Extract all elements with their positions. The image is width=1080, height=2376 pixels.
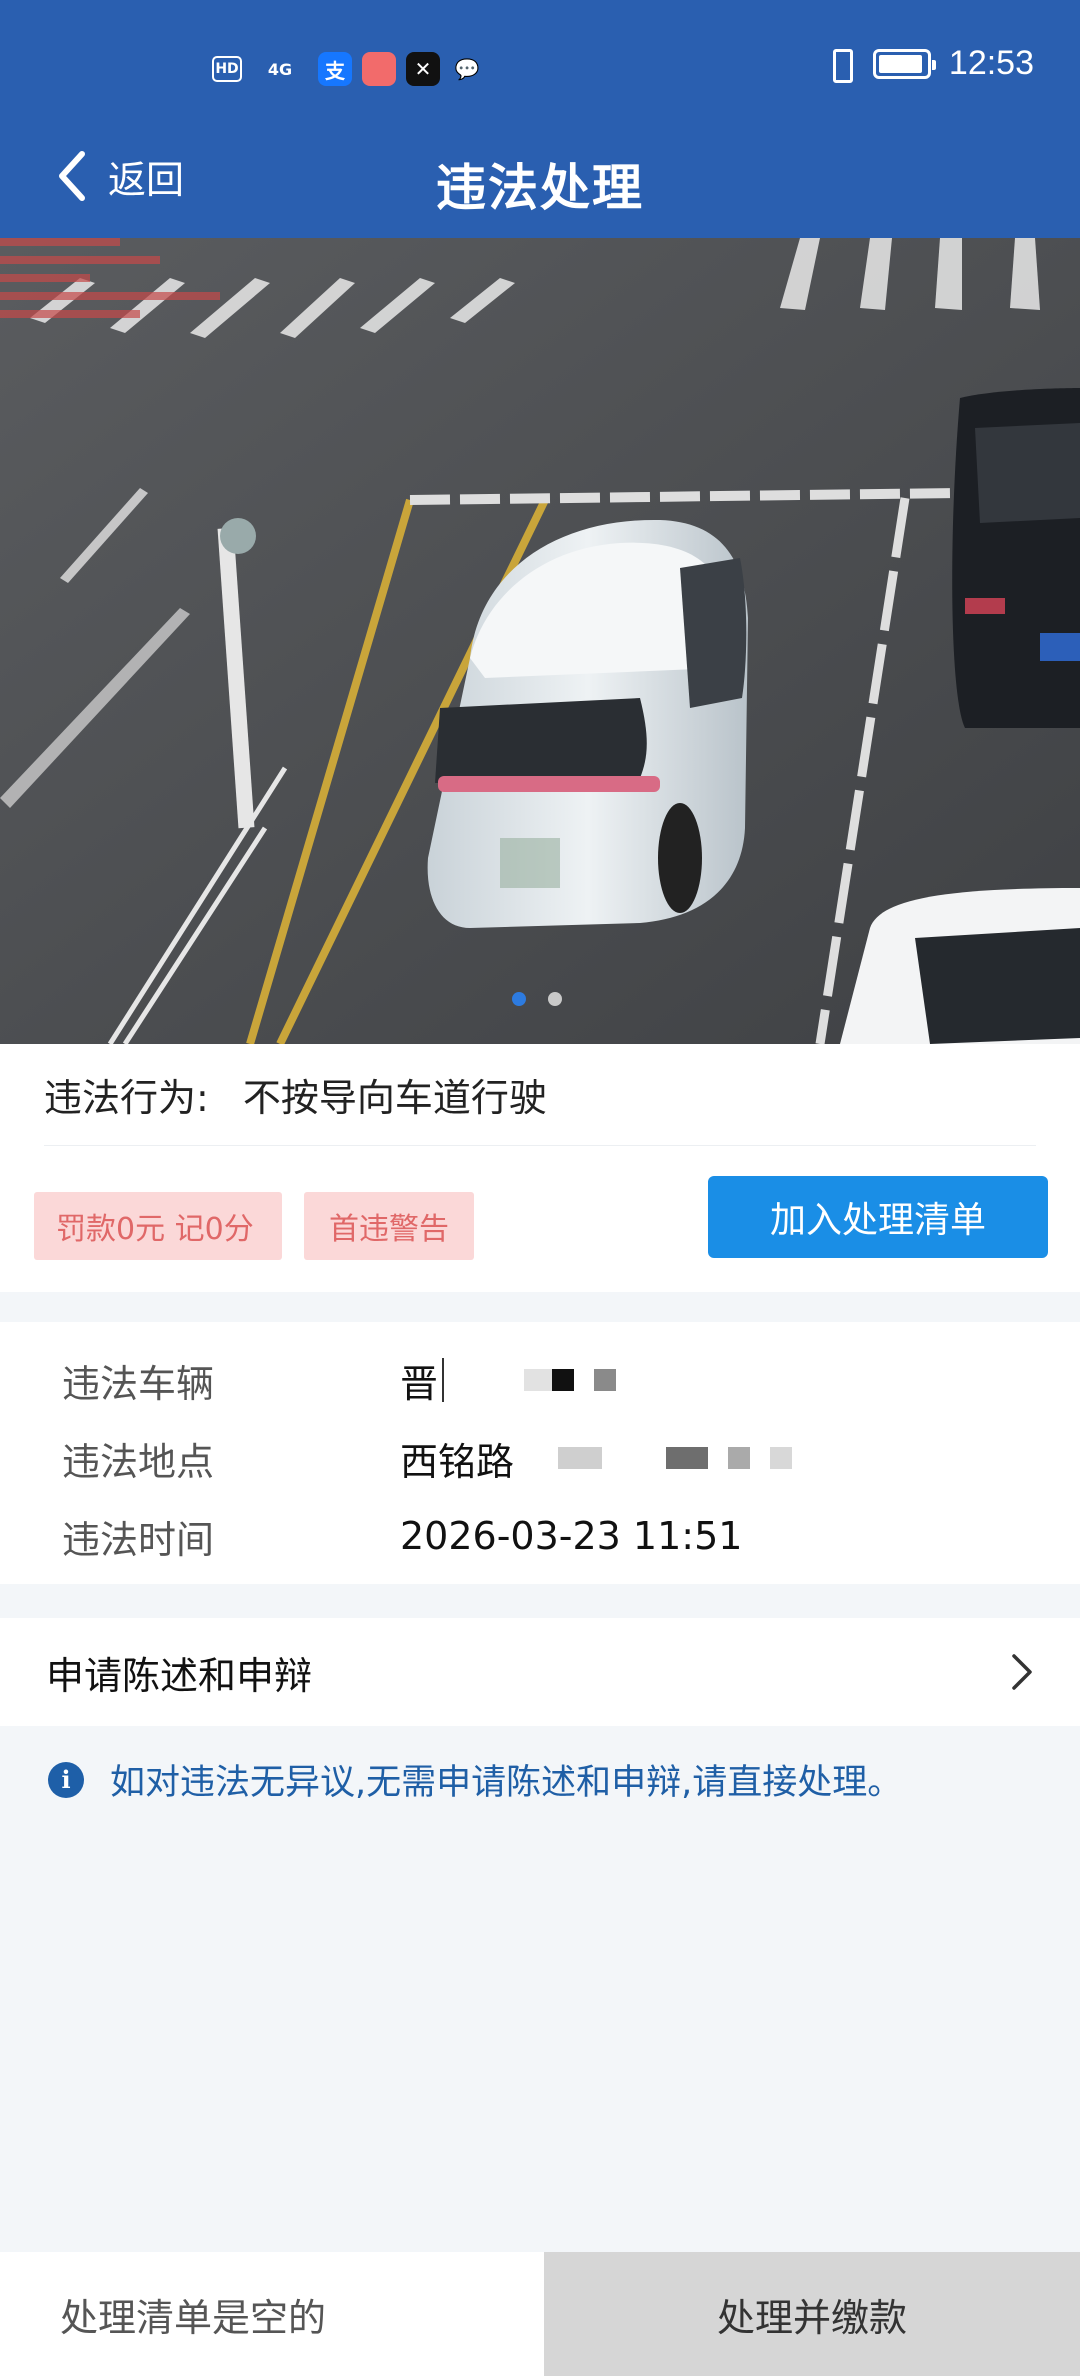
process-and-pay-button[interactable]: 处理并缴款 [544, 2252, 1080, 2376]
vehicle-plate-text: 晋 [400, 1361, 439, 1406]
vehicle-label: 违法车辆 [62, 1361, 215, 1406]
detail-row-time: 违法时间 2026-03-23 11:51 [62, 1506, 742, 1566]
status-time: 12:53 [948, 44, 1034, 82]
app-header-bar: HD 4G 支 ✕ 💬 12:53 返回 违法处理 [0, 0, 1080, 238]
info-text: 如对违法无异议,无需申请陈述和申辩,请直接处理。 [110, 1763, 903, 1803]
info-icon: i [48, 1761, 84, 1798]
message-app-icon: 💬 [454, 57, 480, 81]
nav-header: 返回 违法处理 [0, 130, 1080, 238]
vehicle-value: 晋 [400, 1353, 617, 1408]
capcut-app-icon: ✕ [406, 52, 440, 86]
vibrate-icon [825, 46, 855, 83]
redaction-mark [666, 1447, 709, 1469]
processing-list-status: 处理清单是空的 [0, 2252, 544, 2376]
info-notice: i 如对违法无异议,无需申请陈述和申辩,请直接处理。 [48, 1754, 902, 1805]
pagination-dot[interactable] [548, 992, 562, 1006]
detail-row-location: 违法地点 西铭路 [62, 1428, 793, 1488]
apply-statement-label: 申请陈述和申辩 [46, 1653, 313, 1698]
status-bar: HD 4G 支 ✕ 💬 12:53 [0, 0, 1080, 130]
detail-row-vehicle: 违法车辆 晋 [62, 1350, 617, 1410]
time-label: 违法时间 [62, 1517, 215, 1562]
redaction-mark [524, 1369, 553, 1391]
chevron-right-icon [1010, 1652, 1034, 1692]
status-left-icons: HD 4G 支 ✕ 💬 [212, 52, 484, 86]
signal-4g-icon: 4G [267, 59, 293, 79]
add-to-list-button[interactable]: 加入处理清单 [708, 1176, 1048, 1258]
redaction-mark [594, 1369, 617, 1391]
time-value: 2026-03-23 11:51 [400, 1514, 743, 1558]
apply-statement-row[interactable]: 申请陈述和申辩 [0, 1618, 1080, 1726]
fine-points-tag: 罚款0元 记0分 [34, 1192, 282, 1260]
violation-behavior-card: 违法行为: 不按导向车道行驶 罚款0元 记0分 首违警告 加入处理清单 [0, 1044, 1080, 1292]
text-caret [442, 1358, 445, 1402]
location-label: 违法地点 [62, 1439, 215, 1484]
violation-details-card: 违法车辆 晋 违法地点 西铭路 违法时间 2026-03-23 11:51 [0, 1322, 1080, 1584]
alipay-app-icon: 支 [318, 52, 352, 86]
location-value: 西铭路 [400, 1431, 793, 1486]
hd-icon: HD [212, 56, 242, 82]
pagination-dot-active[interactable] [512, 992, 526, 1006]
behavior-label: 违法行为: [44, 1076, 209, 1120]
violation-photo-image [0, 238, 1080, 1044]
behavior-value: 不按导向车道行驶 [242, 1076, 547, 1120]
photo-pagination[interactable] [512, 992, 562, 1006]
page-title: 违法处理 [436, 159, 644, 217]
redaction-mark [552, 1369, 575, 1391]
red-app-icon [362, 52, 396, 86]
bottom-action-bar: 处理清单是空的 处理并缴款 [0, 2252, 1080, 2376]
first-offense-tag: 首违警告 [304, 1192, 474, 1260]
violation-behavior-row: 违法行为: 不按导向车道行驶 [44, 1044, 1036, 1146]
redaction-mark [558, 1447, 603, 1469]
battery-icon [872, 48, 936, 79]
violation-photo[interactable] [0, 238, 1080, 1044]
status-right-icons: 12:53 [825, 44, 1034, 83]
redaction-mark [728, 1447, 751, 1469]
redaction-mark [770, 1447, 793, 1469]
location-text: 西铭路 [400, 1439, 515, 1484]
